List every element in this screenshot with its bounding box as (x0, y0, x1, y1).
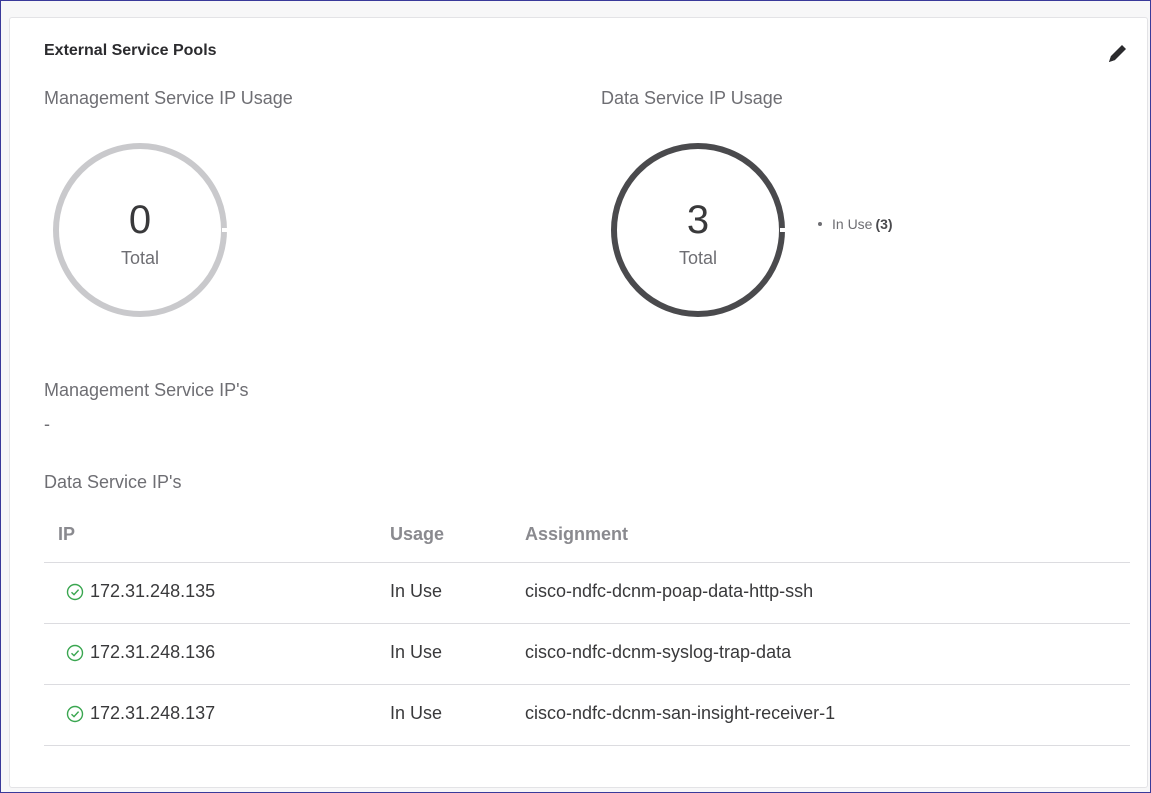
management-usage-label: Management Service IP Usage (44, 88, 293, 108)
legend-label: In Use (832, 216, 873, 232)
legend-count: (3) (875, 216, 893, 232)
management-ips-label: Management Service IP's (44, 380, 249, 400)
external-service-pools-card: External Service Pools Management Servic… (9, 17, 1148, 788)
ip-address: 172.31.248.135 (90, 581, 216, 601)
usage-cell: In Use (390, 703, 443, 723)
column-header-assignment[interactable]: Assignment (525, 524, 628, 545)
check-circle-icon (66, 644, 84, 662)
management-usage-gauge: 0 Total (50, 140, 230, 320)
table-row: 172.31.248.137 In Use cisco-ndfc-dcnm-sa… (44, 685, 1130, 746)
ip-cell: 172.31.248.136 (66, 642, 215, 663)
column-header-usage[interactable]: Usage (390, 524, 444, 545)
management-ips-empty-value: - (44, 414, 50, 434)
data-usage-gauge: 3 Total (608, 140, 788, 320)
data-total-label: Total (678, 248, 718, 268)
usage-cell: In Use (390, 642, 443, 662)
data-usage-label: Data Service IP Usage (601, 88, 783, 108)
pencil-icon[interactable] (1105, 42, 1129, 66)
card-title: External Service Pools (44, 42, 217, 59)
ip-cell: 172.31.248.137 (66, 703, 215, 724)
ip-address: 172.31.248.136 (90, 642, 216, 662)
check-circle-icon (66, 705, 84, 723)
ip-cell: 172.31.248.135 (66, 581, 215, 602)
ip-address: 172.31.248.137 (90, 703, 216, 723)
legend-dot-icon (818, 222, 822, 226)
usage-cell: In Use (390, 581, 443, 601)
management-total-value: 0 (128, 198, 152, 242)
data-usage-legend: In Use (3) (818, 216, 893, 232)
page-frame: External Service Pools Management Servic… (0, 0, 1151, 793)
table-header: IP Usage Assignment (44, 508, 1130, 563)
check-circle-icon (66, 583, 84, 601)
assignment-cell: cisco-ndfc-dcnm-san-insight-receiver-1 (525, 703, 836, 723)
table-row: 172.31.248.136 In Use cisco-ndfc-dcnm-sy… (44, 624, 1130, 685)
assignment-cell: cisco-ndfc-dcnm-syslog-trap-data (525, 642, 792, 662)
table-row: 172.31.248.135 In Use cisco-ndfc-dcnm-po… (44, 563, 1130, 624)
column-header-ip[interactable]: IP (58, 524, 75, 545)
data-ips-table: IP Usage Assignment 172.31.248.135 In Us… (44, 508, 1130, 746)
management-total-label: Total (120, 248, 160, 268)
assignment-cell: cisco-ndfc-dcnm-poap-data-http-ssh (525, 581, 814, 601)
data-ips-label: Data Service IP's (44, 472, 182, 492)
data-total-value: 3 (686, 198, 710, 242)
